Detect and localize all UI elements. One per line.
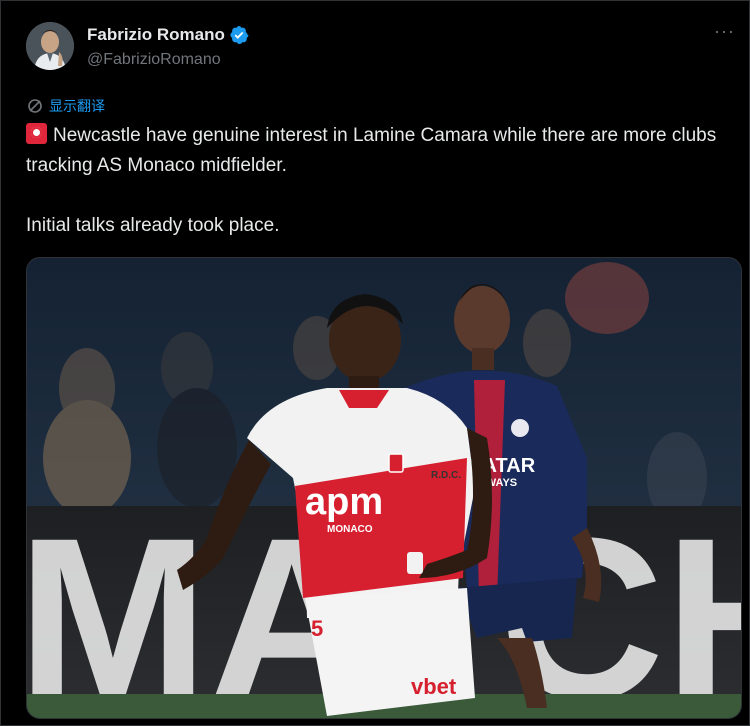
verified-badge-icon [230,26,249,44]
tweet-body: Newcastle have genuine interest in Lamin… [26,121,726,241]
photo-scene: MATCH QATAR AIRWAYS [27,258,741,718]
more-dots-icon[interactable]: ··· [714,21,735,42]
author-handle[interactable]: @FabrizioRomano [87,51,221,69]
jersey-sponsor-sub: MONACO [327,524,373,535]
tweet-paragraph-1: Newcastle have genuine interest in Lamin… [26,121,726,181]
shorts-number: 5 [311,616,323,641]
translate-link[interactable]: 显示翻译 [27,96,105,116]
sleeve-text: R.D.C. [431,470,461,481]
tweet-photo[interactable]: MATCH QATAR AIRWAYS [26,257,742,719]
author-name[interactable]: Fabrizio Romano [87,25,225,45]
avatar-image [26,22,74,70]
shorts-sponsor: vbet [411,674,457,699]
jersey-sponsor: apm [305,481,383,523]
translate-icon [28,99,42,113]
rotating-light-icon [26,123,47,144]
tweet-line-2: Initial talks already took place. [26,215,280,236]
translate-label: 显示翻译 [49,98,105,114]
author-row: Fabrizio Romano [87,25,249,45]
avatar[interactable] [26,22,74,70]
tweet-card: Fabrizio Romano @FabrizioRomano ··· 显示翻译… [0,0,750,726]
tweet-line-1: Newcastle have genuine interest in Lamin… [26,125,717,176]
